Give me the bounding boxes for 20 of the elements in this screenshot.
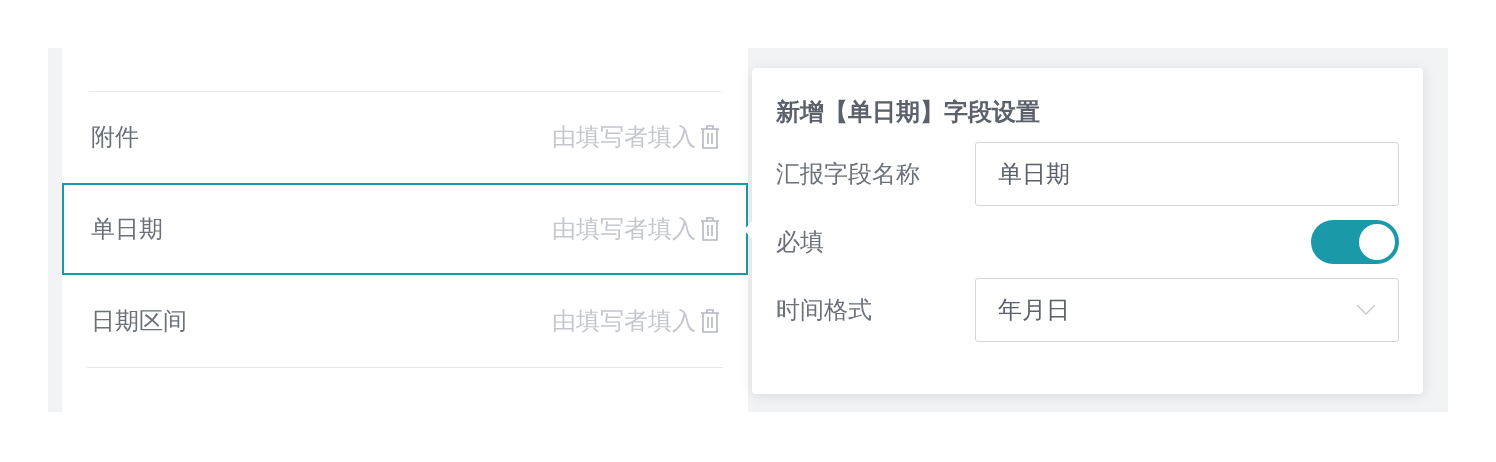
field-label: 汇报字段名称 [776, 159, 920, 190]
field-hint: 由填写者填入 [552, 122, 696, 153]
field-name: 单日期 [91, 214, 164, 245]
popover-title: 新增【单日期】字段设置 [776, 97, 1041, 128]
field-row[interactable]: 附件 由填写者填入 [62, 91, 748, 183]
field-label: 时间格式 [776, 295, 872, 326]
field-name: 附件 [91, 122, 140, 153]
field-hint: 由填写者填入 [552, 306, 696, 337]
select-field[interactable]: 年月日 [975, 278, 1399, 342]
field-row[interactable]: 日期区间 由填写者填入 [62, 275, 748, 367]
chevron-down-icon [1356, 304, 1376, 316]
field-name: 日期区间 [91, 306, 188, 337]
trash-icon[interactable] [700, 308, 720, 334]
field-label: 必填 [776, 227, 824, 258]
trash-icon[interactable] [700, 216, 720, 242]
field-row[interactable]: 单日期 由填写者填入 [62, 183, 748, 275]
input-field[interactable]: 单日期 [975, 142, 1399, 206]
trash-icon[interactable] [700, 124, 720, 150]
toggle-switch[interactable] [1311, 220, 1399, 264]
field-hint: 由填写者填入 [552, 214, 696, 245]
